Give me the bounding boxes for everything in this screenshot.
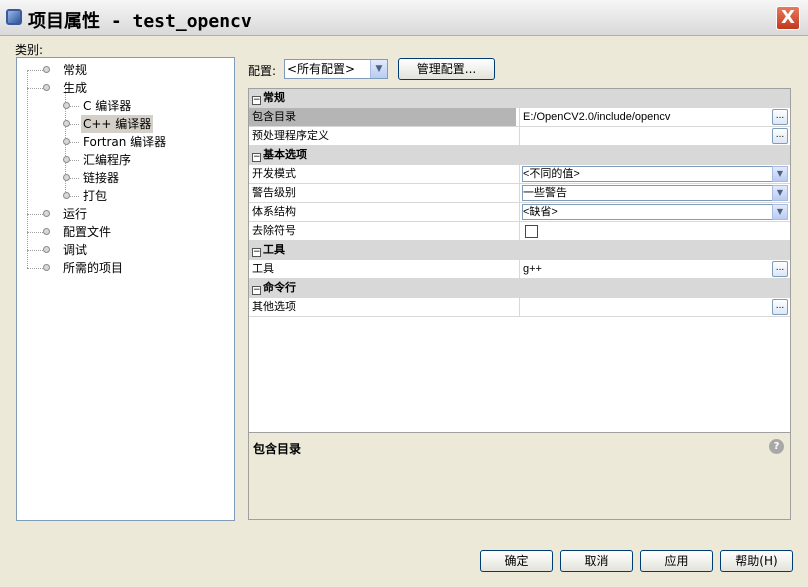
tree-item-label: C++ 编译器 — [81, 115, 154, 133]
node-dot-icon — [63, 102, 70, 109]
title-bar: 项目属性 - test_opencv X — [0, 0, 808, 36]
property-name: 开发模式 — [252, 167, 296, 180]
category-label: 基本选项 — [263, 148, 307, 161]
chevron-down-icon[interactable]: ▼ — [370, 60, 387, 78]
config-selected-value: <所有配置> — [287, 62, 356, 76]
node-dot-icon — [63, 174, 70, 181]
collapse-icon[interactable]: − — [252, 153, 261, 162]
property-name: 去除符号 — [252, 224, 296, 237]
config-label: 配置: — [248, 64, 277, 78]
chevron-down-icon[interactable]: ▼ — [772, 204, 788, 220]
category-row-cmdline[interactable]: − 命令行 — [249, 279, 790, 298]
node-dot-icon — [63, 192, 70, 199]
arch-select[interactable] — [522, 204, 788, 220]
chevron-down-icon[interactable]: ▼ — [772, 185, 788, 201]
app-cube-icon — [6, 9, 22, 25]
strip-symbols-checkbox[interactable] — [525, 225, 538, 238]
dev-mode-value: <不同的值> — [523, 168, 580, 180]
node-dot-icon — [63, 138, 70, 145]
tree-item-label: 所需的项目 — [63, 261, 124, 275]
property-value-cell[interactable]: E:/OpenCV2.0/include/opencv ... — [519, 108, 790, 126]
tree-item-label: C 编译器 — [83, 99, 132, 113]
warn-level-value: 一些警告 — [523, 187, 567, 199]
property-name: 包含目录 — [249, 108, 516, 126]
category-label: 类别: — [15, 43, 44, 57]
property-row-include-dirs[interactable]: 包含目录 E:/OpenCV2.0/include/opencv ... — [249, 108, 790, 127]
category-label: 命令行 — [263, 281, 296, 294]
node-dot-icon — [63, 156, 70, 163]
collapse-icon[interactable]: − — [252, 96, 261, 105]
category-label: 常规 — [263, 91, 285, 104]
property-row-dev-mode[interactable]: 开发模式 <不同的值> ▼ — [249, 165, 790, 184]
close-button[interactable]: X — [776, 6, 800, 30]
tool-value[interactable]: g++ — [523, 260, 542, 278]
window-title: 项目属性 - test_opencv — [28, 11, 252, 32]
cancel-button[interactable]: 取消 — [560, 550, 633, 572]
manage-config-button[interactable]: 管理配置... — [398, 58, 495, 80]
ok-button[interactable]: 确定 — [480, 550, 553, 572]
property-value-cell[interactable]: g++ ... — [519, 260, 790, 278]
help-icon[interactable]: ? — [769, 439, 784, 454]
category-label: 工具 — [263, 243, 285, 256]
tree-item-label: 生成 — [63, 81, 88, 95]
property-value-cell[interactable]: <缺省> ▼ — [519, 203, 790, 221]
category-row-basic[interactable]: − 基本选项 — [249, 146, 790, 165]
ellipsis-button[interactable]: ... — [772, 128, 788, 144]
property-row-preproc-defs[interactable]: 预处理程序定义 ... — [249, 127, 790, 146]
property-value-cell[interactable]: ... — [519, 298, 790, 316]
ellipsis-button[interactable]: ... — [772, 261, 788, 277]
apply-button[interactable]: 应用 — [640, 550, 713, 572]
collapse-icon[interactable]: − — [252, 248, 261, 257]
node-dot-icon — [43, 228, 50, 235]
node-dot-icon — [43, 84, 50, 91]
config-select[interactable]: <所有配置> ▼ — [284, 59, 388, 79]
chevron-down-icon[interactable]: ▼ — [772, 166, 788, 182]
property-name: 体系结构 — [252, 205, 296, 218]
tree-item-label: 配置文件 — [63, 225, 112, 239]
property-value-cell[interactable]: <不同的值> ▼ — [519, 165, 790, 183]
node-dot-icon — [43, 210, 50, 217]
tree-item-label: 运行 — [63, 207, 88, 221]
tree-item-label: 打包 — [83, 189, 108, 203]
property-row-tool[interactable]: 工具 g++ ... — [249, 260, 790, 279]
include-dirs-value[interactable]: E:/OpenCV2.0/include/opencv — [523, 108, 670, 126]
description-title: 包含目录 — [253, 442, 302, 456]
property-value-cell[interactable]: ... — [519, 127, 790, 145]
node-dot-icon — [43, 66, 50, 73]
help-button[interactable]: 帮助(H) — [720, 550, 793, 572]
category-row-general[interactable]: − 常规 — [249, 89, 790, 108]
description-panel: 包含目录 ? — [249, 432, 790, 519]
tree-line — [27, 70, 28, 268]
property-row-arch[interactable]: 体系结构 <缺省> ▼ — [249, 203, 790, 222]
property-row-other-opts[interactable]: 其他选项 ... — [249, 298, 790, 317]
node-dot-icon — [63, 120, 70, 127]
ellipsis-button[interactable]: ... — [772, 299, 788, 315]
node-dot-icon — [43, 264, 50, 271]
property-value-cell[interactable] — [519, 222, 790, 240]
property-name: 警告级别 — [252, 186, 296, 199]
category-tree: 常规 生成 C 编译器 C++ 编译器 Fortran 编译器 汇编程序 链接器… — [16, 57, 235, 521]
property-name: 工具 — [252, 262, 274, 275]
collapse-icon[interactable]: − — [252, 286, 261, 295]
property-value-cell[interactable]: 一些警告 ▼ — [519, 184, 790, 202]
property-row-strip-symbols[interactable]: 去除符号 — [249, 222, 790, 241]
arch-value: <缺省> — [523, 206, 558, 218]
property-name: 其他选项 — [252, 300, 296, 313]
tree-item-label: 常规 — [63, 63, 88, 77]
tree-item-label: Fortran 编译器 — [83, 135, 167, 149]
tree-item-label: 汇编程序 — [83, 153, 132, 167]
ellipsis-button[interactable]: ... — [772, 109, 788, 125]
property-name: 预处理程序定义 — [252, 129, 329, 142]
tree-item-label: 链接器 — [83, 171, 120, 185]
tree-item-label: 调试 — [63, 243, 88, 257]
node-dot-icon — [43, 246, 50, 253]
category-row-tools[interactable]: − 工具 — [249, 241, 790, 260]
property-row-warn-level[interactable]: 警告级别 一些警告 ▼ — [249, 184, 790, 203]
